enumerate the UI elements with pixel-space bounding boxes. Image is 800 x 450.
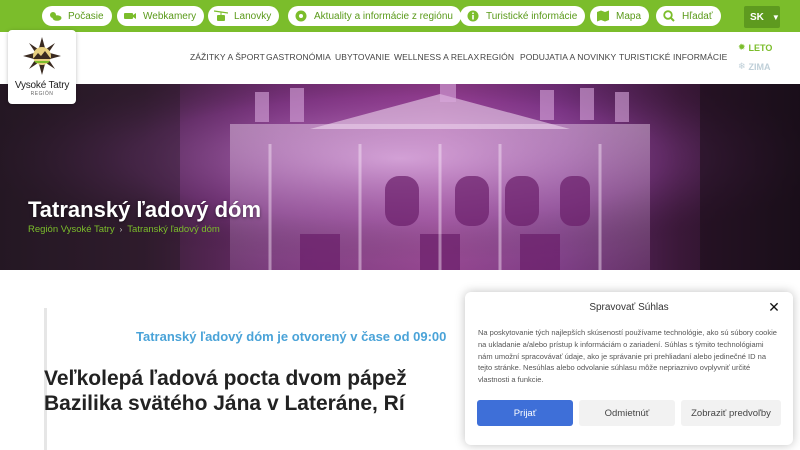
weather-link-label: Počasie bbox=[68, 10, 104, 22]
nav-item-region[interactable]: REGIÓN bbox=[480, 52, 514, 62]
search-link-label: Hľadať bbox=[682, 10, 713, 22]
tatra-logo-icon bbox=[23, 37, 61, 75]
news-icon bbox=[294, 10, 308, 22]
weather-link[interactable]: Počasie bbox=[42, 6, 112, 26]
cable-cars-link[interactable]: Lanovky bbox=[208, 6, 280, 26]
season-summer-label: LETO bbox=[748, 42, 773, 53]
cable-car-icon bbox=[214, 10, 228, 22]
headline-line-2: Bazilika svätého Jána v Lateráne, Rí bbox=[44, 392, 405, 415]
page-title: Tatranský ľadový dóm bbox=[28, 197, 262, 222]
deny-button[interactable]: Odmietnúť bbox=[579, 400, 675, 426]
headline-line-1: Veľkolepá ľadová pocta dvom pápež bbox=[44, 367, 407, 390]
map-link[interactable]: Mapa bbox=[590, 6, 650, 26]
logo-subtitle: REGIÓN bbox=[30, 91, 54, 97]
nav-item-tourist-info[interactable]: TURISTICKÉ INFORMÁCIE bbox=[619, 52, 727, 62]
map-link-label: Mapa bbox=[616, 10, 642, 22]
chevron-down-icon: ▼ bbox=[771, 12, 780, 22]
breadcrumb: Región Vysoké Tatry › Tatranský ľadový d… bbox=[28, 224, 220, 235]
season-winter-label: ZIMA bbox=[748, 61, 771, 72]
tourist-info-link[interactable]: Turistické informácie bbox=[460, 6, 586, 26]
nav-item-wellness[interactable]: WELLNESS A RELAX bbox=[394, 52, 479, 62]
opening-hours-notice: Tatranský ľadový dóm je otvorený v čase … bbox=[136, 329, 447, 344]
news-link-label: Aktuality a informácie z regiónu bbox=[314, 10, 453, 22]
snowflake-icon: ❄ bbox=[738, 61, 746, 71]
nav-item-events[interactable]: PODUJATIA A NOVINKY bbox=[520, 52, 616, 62]
weather-icon bbox=[48, 10, 62, 22]
article-headline: Veľkolepá ľadová pocta dvom pápež Bazili… bbox=[44, 366, 407, 416]
search-link[interactable]: Hľadať bbox=[656, 6, 721, 26]
season-summer-toggle[interactable]: ✹ LETO bbox=[738, 42, 772, 53]
hero-banner: Tatranský ľadový dóm Región Vysoké Tatry… bbox=[0, 84, 800, 270]
webcam-icon bbox=[123, 10, 137, 22]
breadcrumb-current: Tatranský ľadový dóm bbox=[127, 224, 220, 235]
sun-icon: ✹ bbox=[738, 42, 746, 52]
chevron-right-icon: › bbox=[119, 225, 123, 234]
news-link[interactable]: Aktuality a informácie z regiónu bbox=[288, 6, 461, 26]
cookie-consent-dialog: Spravovať Súhlas ✕ Na poskytovanie tých … bbox=[465, 292, 793, 445]
language-code: SK bbox=[750, 11, 764, 23]
nav-item-experiences[interactable]: ZÁŽITKY A ŠPORT bbox=[190, 52, 265, 62]
nav-item-accommodation[interactable]: UBYTOVANIE bbox=[335, 52, 390, 62]
close-icon[interactable]: ✕ bbox=[768, 300, 780, 314]
season-winter-toggle[interactable]: ❄ ZIMA bbox=[738, 61, 771, 72]
map-icon bbox=[596, 10, 610, 22]
main-navigation: ZÁŽITKY A ŠPORT GASTRONÓMIA UBYTOVANIE W… bbox=[0, 52, 800, 64]
webcams-link[interactable]: Webkamery bbox=[117, 6, 205, 26]
search-icon bbox=[662, 10, 676, 22]
tourist-info-link-label: Turistické informácie bbox=[486, 10, 578, 22]
top-utility-bar: Počasie Webkamery Lanovky Aktuality a in… bbox=[0, 0, 800, 32]
tourist-info-icon bbox=[466, 10, 480, 22]
webcams-link-label: Webkamery bbox=[143, 10, 197, 22]
site-logo[interactable]: Vysoké Tatry REGIÓN bbox=[8, 30, 76, 104]
accept-button[interactable]: Prijať bbox=[477, 400, 573, 426]
language-selector[interactable]: SK ▼ bbox=[744, 6, 780, 28]
cookie-dialog-title: Spravovať Súhlas bbox=[589, 302, 669, 313]
preferences-button[interactable]: Zobraziť predvoľby bbox=[681, 400, 781, 426]
breadcrumb-home-link[interactable]: Región Vysoké Tatry bbox=[28, 224, 115, 235]
cable-cars-link-label: Lanovky bbox=[234, 10, 272, 22]
cookie-dialog-text: Na poskytovanie tých najlepších skúsenos… bbox=[478, 328, 777, 385]
nav-item-gastronomy[interactable]: GASTRONÓMIA bbox=[266, 52, 331, 62]
ice-dome-image bbox=[0, 84, 800, 270]
logo-title: Vysoké Tatry bbox=[14, 80, 70, 91]
